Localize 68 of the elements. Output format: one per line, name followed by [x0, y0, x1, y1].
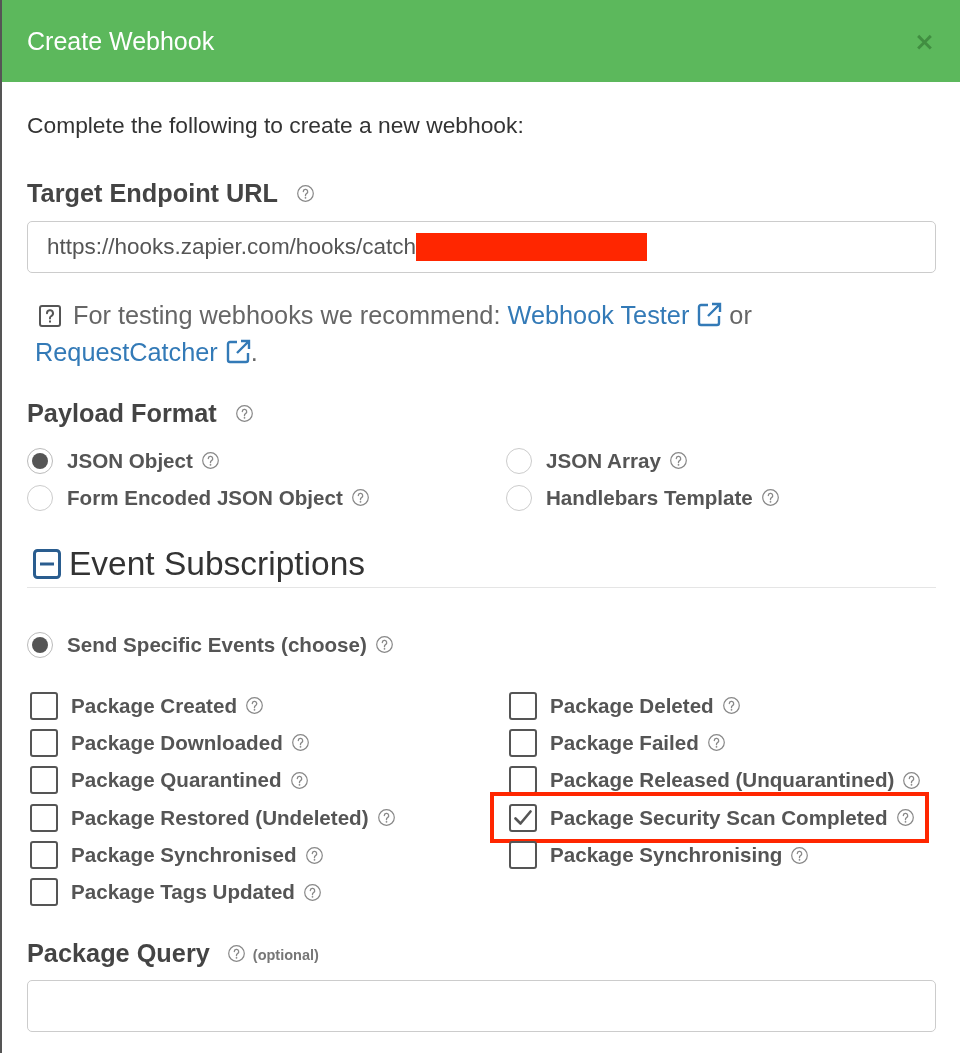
minus-square-icon[interactable]	[33, 549, 61, 579]
intro-text: Complete the following to create a new webhook:	[27, 111, 525, 140]
help-icon[interactable]	[761, 489, 779, 506]
checkbox[interactable]	[30, 803, 58, 832]
checkbox[interactable]	[509, 803, 537, 832]
option-label[interactable]: Handlebars Template	[546, 485, 753, 510]
help-icon[interactable]	[297, 184, 315, 202]
help-icon[interactable]	[246, 697, 263, 714]
option-label[interactable]: Send Specific Events (choose)	[67, 632, 367, 657]
radio-button[interactable]	[27, 484, 53, 511]
checkbox[interactable]	[509, 841, 537, 870]
external-link-icon	[225, 339, 251, 364]
help-icon[interactable]	[669, 452, 687, 469]
checkbox-label[interactable]: Package Deleted	[550, 693, 714, 718]
checkbox-label[interactable]: Package Restored (Undeleted)	[71, 805, 369, 830]
section-title: Event Subscriptions	[69, 544, 366, 584]
help-icon[interactable]	[722, 697, 740, 714]
text-link[interactable]: Webhook Tester	[507, 301, 723, 329]
checkbox-label[interactable]: Package Quarantined	[71, 768, 282, 793]
text-link[interactable]: RequestCatcher	[35, 338, 251, 366]
checkbox-label[interactable]: Package Synchronising	[550, 843, 783, 868]
help-icon[interactable]	[235, 404, 253, 422]
help-icon[interactable]	[305, 846, 323, 864]
checkbox[interactable]	[30, 878, 58, 907]
radio-button[interactable]	[27, 447, 53, 474]
help-icon[interactable]	[903, 771, 921, 789]
field-label: Payload Format	[27, 398, 217, 429]
help-icon[interactable]	[375, 636, 393, 653]
option-label[interactable]: JSON Object	[67, 448, 193, 473]
help-icon[interactable]	[201, 452, 219, 469]
checkbox[interactable]	[30, 766, 58, 795]
dialog-title: Create Webhook	[27, 26, 215, 56]
optional-note: (optional)	[252, 947, 319, 964]
option-label[interactable]: Form Encoded JSON Object	[67, 485, 343, 510]
query-input-field[interactable]	[27, 980, 936, 1033]
external-link-icon	[697, 302, 723, 327]
help-square-icon	[39, 305, 61, 327]
checkbox[interactable]	[509, 691, 537, 720]
checkbox-label[interactable]: Package Created	[71, 693, 237, 718]
checkbox-label[interactable]: Package Released (Unquarantined)	[550, 768, 895, 793]
help-icon[interactable]	[291, 734, 309, 752]
help-icon[interactable]	[351, 489, 369, 506]
checkbox-label[interactable]: Package Downloaded	[71, 730, 283, 755]
testing-hint-text: For testing webhooks we recommend: Webhook Tester or RequestCatcher .	[34, 300, 753, 368]
checkbox[interactable]	[509, 766, 537, 795]
checkbox-label[interactable]: Package Security Scan Completed	[550, 805, 888, 830]
radio-button[interactable]	[506, 484, 532, 511]
help-icon[interactable]	[290, 771, 308, 789]
option-label[interactable]: JSON Array	[546, 448, 661, 473]
checkbox[interactable]	[30, 691, 58, 720]
checkbox-label[interactable]: Package Failed	[550, 730, 699, 755]
help-icon[interactable]	[303, 883, 321, 901]
help-icon[interactable]	[377, 809, 395, 827]
help-icon[interactable]	[227, 944, 245, 962]
url-input-field[interactable]: https://hooks.zapier.com/hooks/catch	[27, 221, 936, 273]
radio-button[interactable]	[27, 631, 53, 658]
checkbox-label[interactable]: Package Tags Updated	[71, 880, 295, 905]
checkbox[interactable]	[30, 841, 58, 870]
checkbox-label[interactable]: Package Synchronised	[71, 843, 297, 868]
radio-button[interactable]	[506, 447, 532, 474]
field-label: Target Endpoint URL	[27, 178, 279, 209]
field-label: Package Query	[27, 938, 210, 970]
help-icon[interactable]	[791, 846, 809, 864]
help-icon[interactable]	[707, 734, 725, 752]
checkbox[interactable]	[509, 728, 537, 757]
help-icon[interactable]	[896, 809, 914, 827]
check-icon	[514, 809, 532, 826]
checkbox[interactable]	[30, 728, 58, 757]
